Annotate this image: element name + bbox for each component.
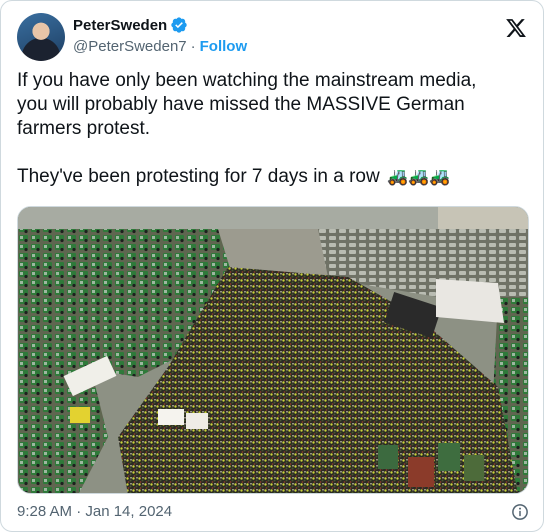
x-logo-icon[interactable] <box>505 17 527 39</box>
post-line-3: farmers protest. <box>17 118 151 139</box>
aerial-protest-photo <box>18 207 528 493</box>
author-handle-row: @PeterSweden7 · Follow <box>73 38 247 55</box>
follow-button[interactable]: Follow <box>200 38 248 55</box>
tractor-emoji: 🚜🚜🚜 <box>387 167 451 186</box>
post-line-5: They've been protesting for 7 days in a … <box>17 166 380 187</box>
post-text: If you have only been watching the mains… <box>17 69 527 189</box>
author-name[interactable]: PeterSweden <box>73 17 167 34</box>
tweet-header: PeterSweden @PeterSweden7 · Follow <box>17 13 527 61</box>
avatar[interactable] <box>17 13 65 61</box>
verified-badge-icon <box>171 17 187 33</box>
author-name-row: PeterSweden <box>73 16 188 34</box>
post-timestamp[interactable]: 9:28 AM · Jan 14, 2024 <box>17 503 172 520</box>
tweet-card: PeterSweden @PeterSweden7 · Follow If yo… <box>0 0 544 532</box>
post-line-2: you will probably have missed the MASSIV… <box>17 94 465 115</box>
post-line-1: If you have only been watching the mains… <box>17 70 477 91</box>
author-handle[interactable]: @PeterSweden7 <box>73 38 187 55</box>
separator-dot: · <box>190 38 196 55</box>
info-icon[interactable] <box>511 503 529 521</box>
post-media-image[interactable] <box>17 206 529 494</box>
